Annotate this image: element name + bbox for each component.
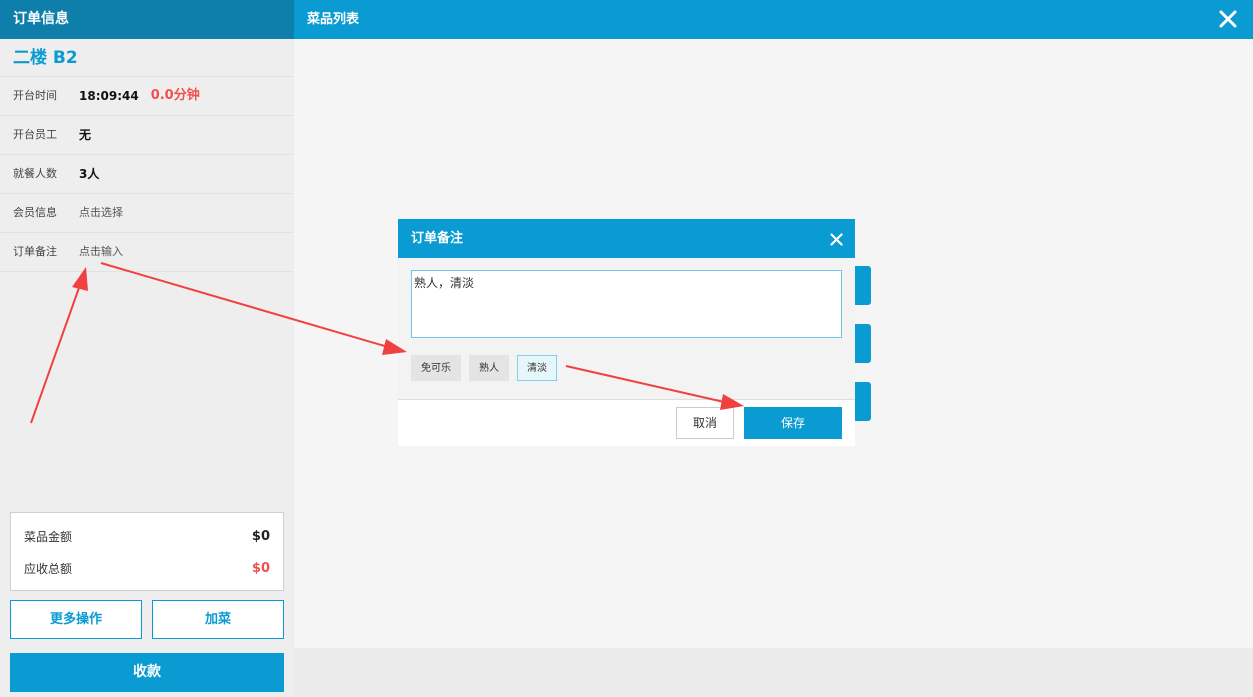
cancel-button[interactable]: 取消 [676,407,734,439]
dish-amount-row: 菜品金额 $0 [24,520,270,552]
open-staff-value: 无 [79,128,92,142]
checkout-button[interactable]: 收款 [10,653,284,692]
total-due-label: 应收总额 [24,561,73,576]
order-remark-row[interactable]: 订单备注 点击输入 [0,233,294,272]
guest-count-value: 3人 [79,167,100,181]
open-staff-row: 开台员工 无 [0,116,294,155]
close-icon[interactable] [1217,8,1239,30]
table-name: 二楼 B2 [0,39,294,77]
save-button[interactable]: 保存 [744,407,842,439]
dialog-body: 熟人，清淡 免可乐 熟人 清淡 [398,258,855,399]
more-actions-button[interactable]: 更多操作 [10,600,142,639]
close-icon[interactable] [830,233,843,246]
guest-count-row: 就餐人数 3人 [0,155,294,194]
totals-box: 菜品金额 $0 应收总额 $0 [10,512,284,591]
dish-amount-label: 菜品金额 [24,529,73,544]
dialog-header: 订单备注 [398,219,855,258]
open-time-row: 开台时间 18:09:44 0.0分钟 [0,77,294,116]
tag-light[interactable]: 清淡 [517,355,557,381]
tag-no-cola[interactable]: 免可乐 [411,355,461,381]
open-staff-label: 开台员工 [13,128,57,141]
dish-amount-value: $0 [251,528,270,544]
total-due-row: 应收总额 $0 [24,552,270,584]
member-info-label: 会员信息 [13,206,57,219]
guest-count-label: 就餐人数 [13,167,57,180]
remark-textarea[interactable]: 熟人，清淡 [411,270,842,338]
order-remark-dialog: 订单备注 熟人，清淡 免可乐 熟人 清淡 取消 保存 [398,219,855,446]
hidden-button-stub [853,382,871,421]
elapsed-time: 0.0分钟 [150,88,200,103]
order-info-panel: 订单信息 二楼 B2 开台时间 18:09:44 0.0分钟 开台员工 无 就餐… [0,0,294,697]
hidden-button-stub [853,266,871,305]
member-select-link[interactable]: 点击选择 [79,194,123,232]
open-time-label: 开台时间 [13,89,57,102]
order-info-header: 订单信息 [0,0,294,39]
order-remark-label: 订单备注 [13,245,57,258]
add-dish-button[interactable]: 加菜 [152,600,284,639]
open-time-value: 18:09:44 [79,89,139,103]
quick-tags: 免可乐 熟人 清淡 [411,355,842,381]
tag-acquaintance[interactable]: 熟人 [469,355,509,381]
dish-list-footer [294,648,1253,697]
total-due-value: $0 [251,560,270,576]
member-info-row[interactable]: 会员信息 点击选择 [0,194,294,233]
hidden-button-stub [853,324,871,363]
dialog-title: 订单备注 [411,231,464,246]
dish-list-header: 菜品列表 [294,0,1253,39]
dish-list-title: 菜品列表 [307,12,360,27]
order-remark-input-link[interactable]: 点击输入 [79,233,123,271]
dialog-footer: 取消 保存 [398,399,855,446]
